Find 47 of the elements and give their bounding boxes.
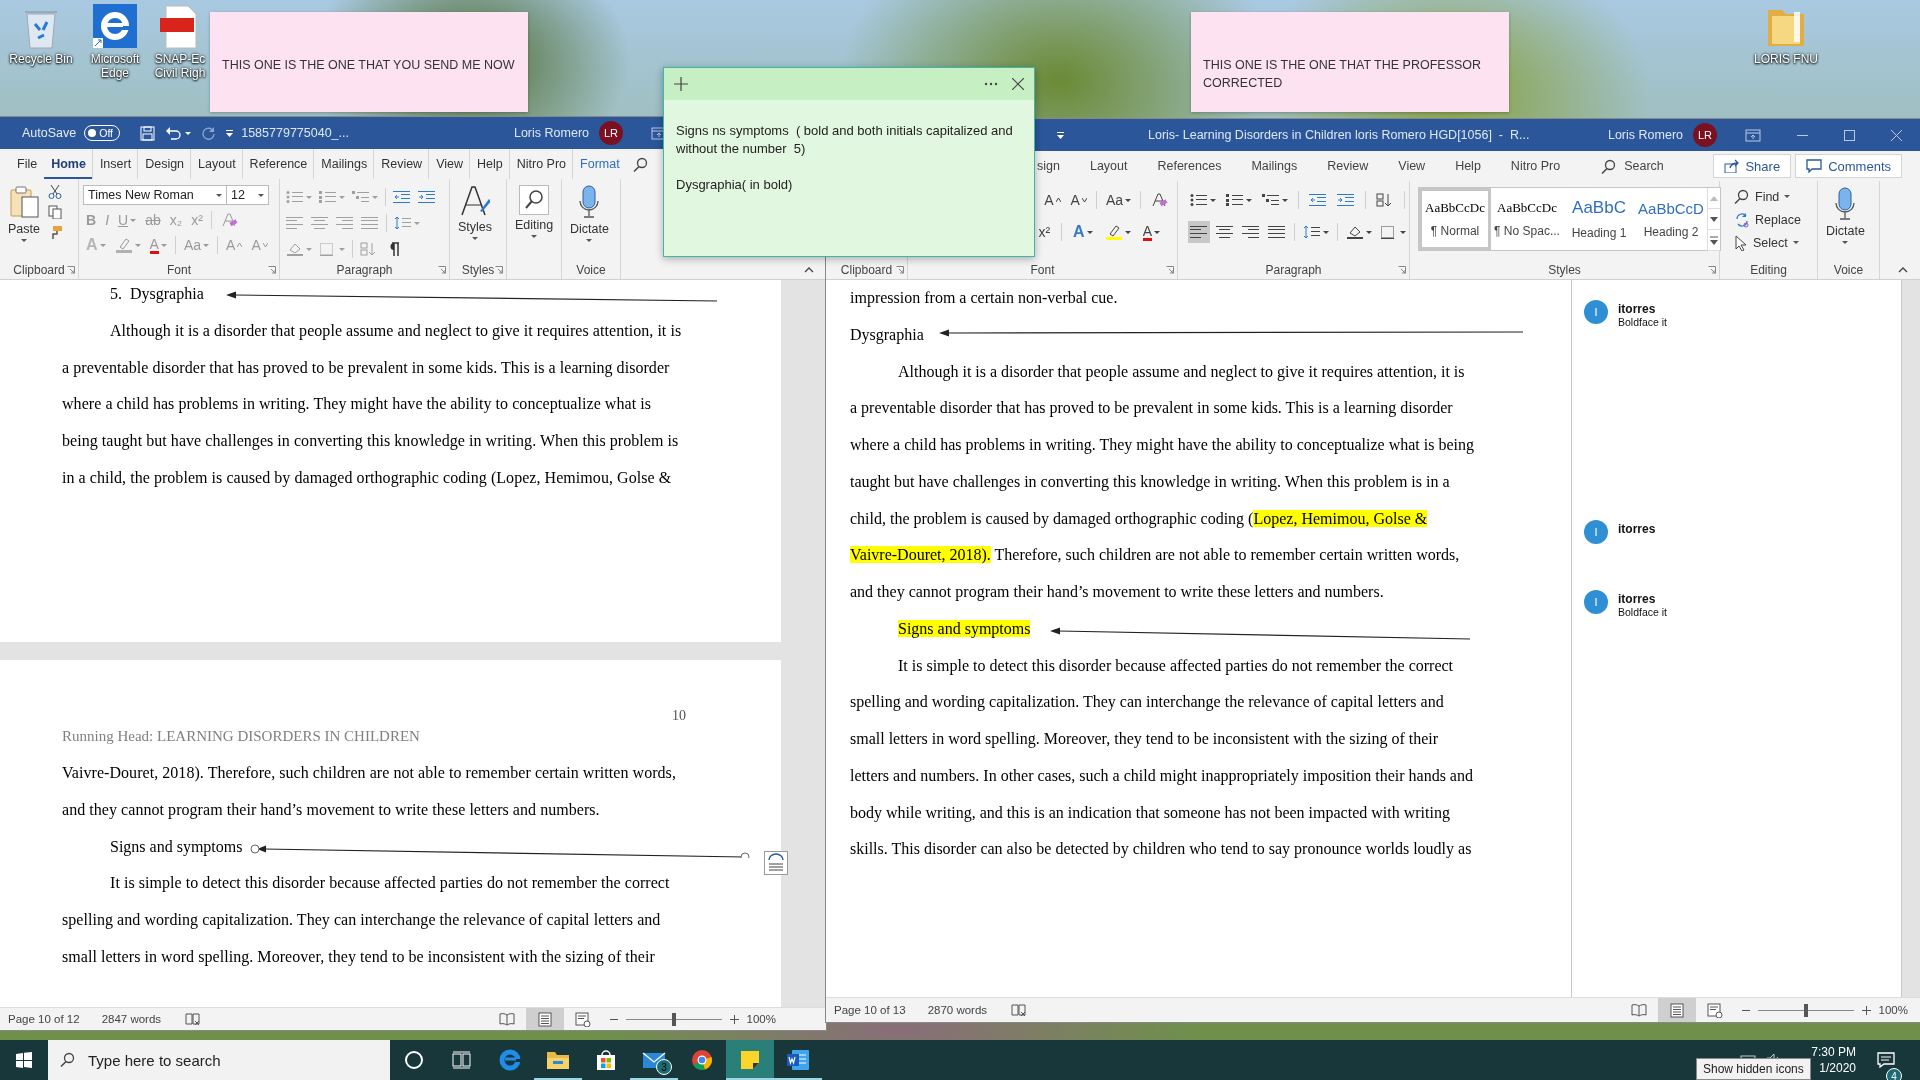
comment-avatar: I — [1584, 520, 1608, 544]
autosave-label: AutoSave — [22, 126, 77, 140]
comment-text: Boldface it — [1618, 316, 1668, 328]
group-label: Styles — [1548, 263, 1581, 277]
user-name: Loris Romero — [513, 126, 589, 140]
body-paragraph: impression from a certain non-verbal cue. — [850, 288, 1119, 309]
body-paragraph: Although it is a disorder that people assume and neglect to give it requires attention, it is a preventable disorder that has proved to be prevalent in some kids. This is a learning disorder where a child has problems in writing. They might have the ability to conceptualize what is being taught but have challenges in converting this knowledge in writing. When this problem is in a child, the problem is caused by damaged orthographic coding (Lopez, Hemimou, Golse & — [62, 320, 683, 489]
group-label: Paragraph — [336, 263, 393, 277]
section-heading: Dysgraphia — [850, 325, 924, 346]
body-paragraph: Although it is a disorder that people assume and neglect to give it requires attention, it is a preventable disorder that has proved to be prevalent in some kids. This is a learning disorder where a child has problems in writing. They might have the ability to conceptualize what is being taught but have challenges in converting this knowledge in writing. When this problem is in a child, the problem is caused by damaged orthographic coding (Lopez, Hemimou, Golse & Vaivre-Douret, 2018). Therefore, such children are not able to remember certain written words, and they cannot program their hand’s movement to write these letters and numbers. — [850, 361, 1474, 603]
comment-avatar: I — [1584, 300, 1608, 324]
body-paragraph: Vaivre-Douret, 2018). Therefore, such children are not able to remember certain written words, and they cannot program their hand’s movement to write these letters and numbers. — [62, 763, 677, 821]
user-name: Loris Romero — [1607, 128, 1683, 142]
page-count: Page 10 of 13 — [834, 1004, 906, 1016]
group-label: Voice — [576, 263, 606, 277]
body-paragraph: It is simple to detect this disorder because affected parties do not remember the correct spelling and wording capitalization. They can interchange the relevance of capital letters and small letters in word spelling. Moreover, they tend to be inconsistent with the sizing of their letters and numbers. In other cases, such a child might inappropriately imposition their hands and body while writing, and this is an indication that someone has not been impacted with writing skills. This disorder can also be detected by children who tend to say pronounce worlds loudly as — [850, 655, 1474, 860]
sticky-note: THIS ONE IS THE ONE THAT THE PROFESSOR CORRECTED — [1191, 12, 1509, 112]
word-count: 2847 words — [101, 1013, 162, 1025]
sticky-note: THIS ONE IS THE ONE THAT YOU SEND ME NOW — [210, 12, 528, 112]
section-heading: Signs and symptoms — [897, 619, 1031, 640]
group-label: Voice — [1833, 263, 1864, 277]
comment-author: itorres — [1618, 302, 1656, 316]
group-label: Font — [1030, 263, 1055, 277]
group-label: Clipboard — [13, 263, 65, 277]
group-label: Paragraph — [1265, 263, 1322, 277]
body-paragraph: It is simple to detect this disorder because affected parties do not remember the correct spelling and wording capitalization. They can interchange the relevance of capital letters and small letters in word spelling. Moreover, they tend to be inconsistent with the sizing of their — [62, 873, 671, 968]
comment-avatar: I — [1584, 590, 1608, 614]
group-label: Font — [167, 263, 191, 277]
group-label: Editing — [1750, 263, 1787, 277]
window-title: Loris- Learning Disorders in Children loris Romero HGD[1056] - R... — [1148, 128, 1530, 142]
note-text: Signs ns symptoms ( bold and both initials capitalized and without the number 5) — [676, 122, 1014, 158]
running-header: Running Head: LEARNING DISORDERS IN CHILDREN — [62, 727, 420, 746]
tooltip: Show hidden icons — [1696, 1058, 1811, 1080]
comment-text: Boldface it — [1618, 606, 1668, 618]
section-heading: Signs and symptoms — [109, 836, 243, 857]
window-title: 1585779775040_... — [241, 126, 349, 140]
page-count: Page 10 of 12 — [8, 1013, 80, 1025]
notification-badge: 4 — [1886, 1068, 1902, 1080]
notification-badge: 3 — [656, 1059, 672, 1075]
comment-author: itorres — [1618, 592, 1656, 606]
comment-author: itorres — [1618, 522, 1656, 536]
group-label: Styles — [461, 263, 495, 277]
note-text: Dysgraphia( in bold) — [676, 176, 794, 194]
page-number: 10 — [672, 707, 686, 725]
word-count: 2870 words — [927, 1004, 988, 1016]
section-heading: 5. Dysgraphia — [109, 284, 204, 305]
group-label: Clipboard — [840, 263, 893, 277]
